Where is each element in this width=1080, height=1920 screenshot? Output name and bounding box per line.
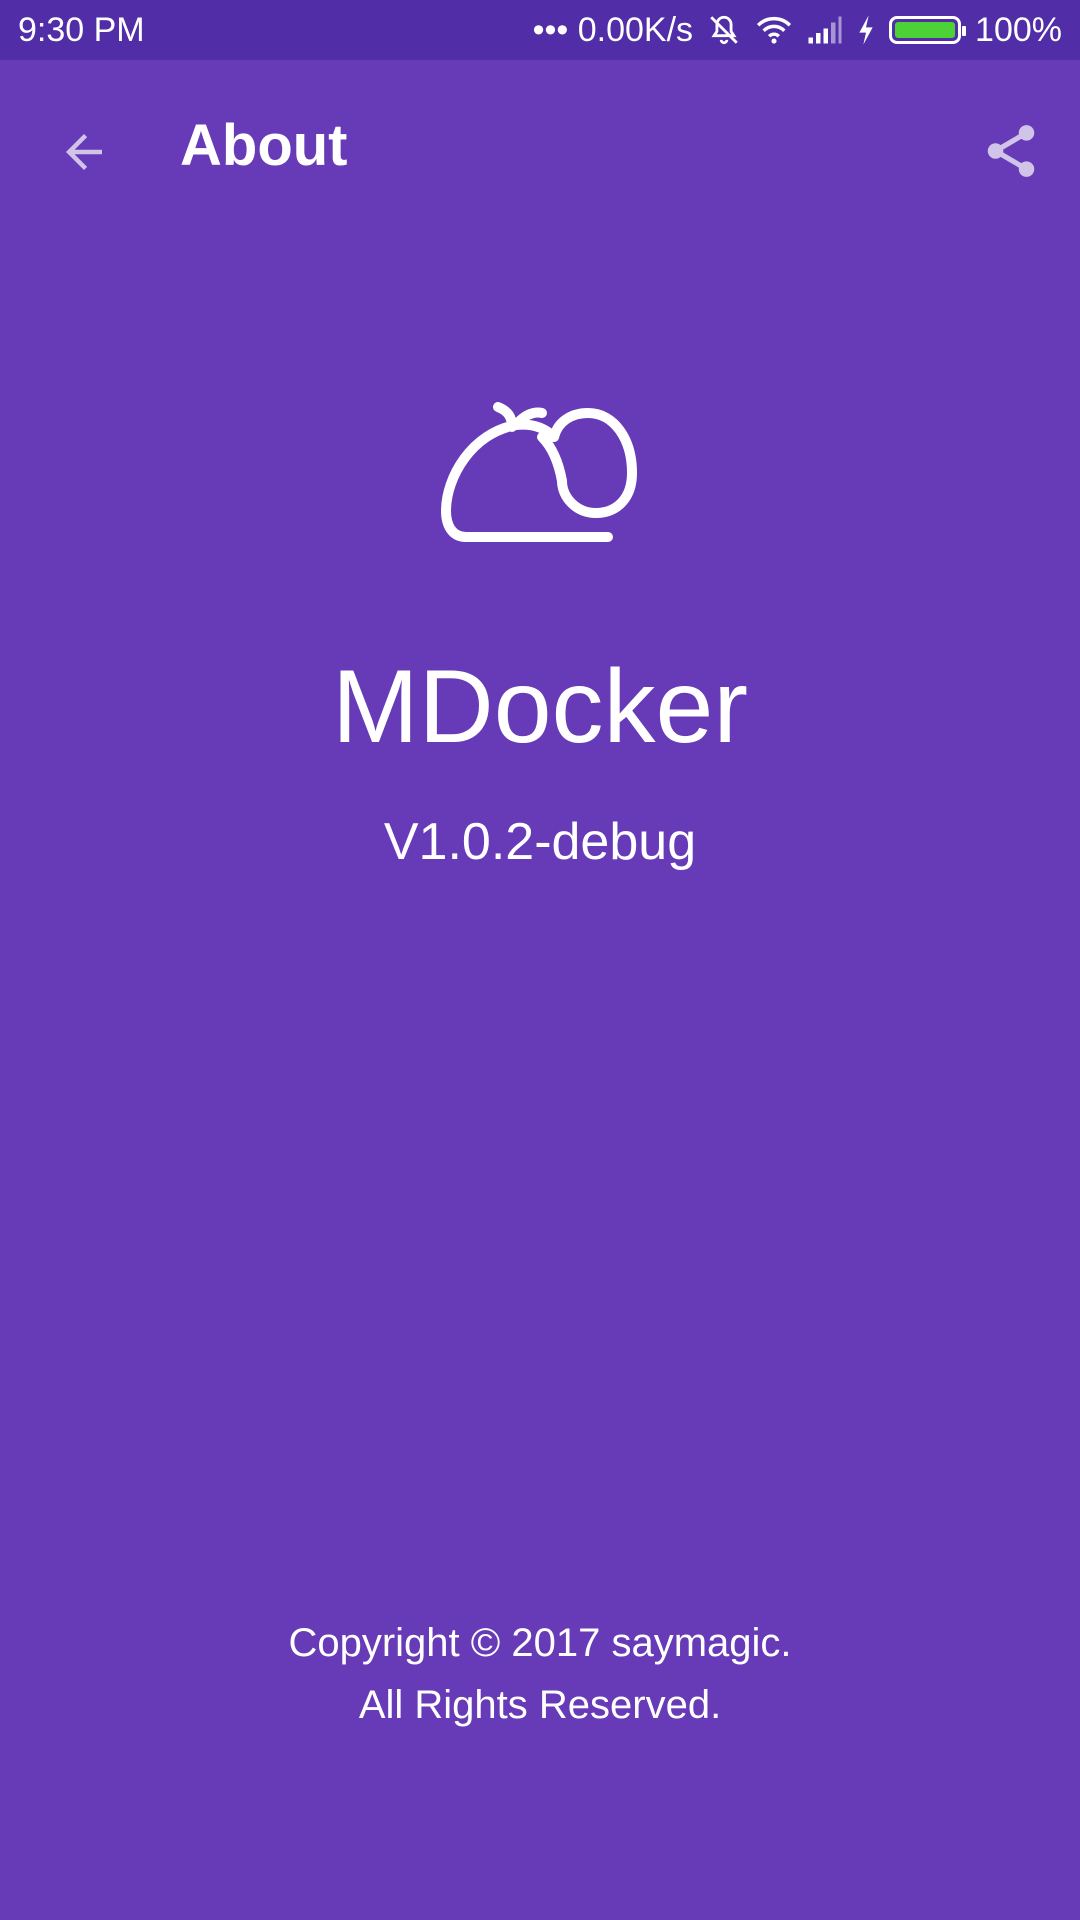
share-button[interactable]	[966, 106, 1056, 196]
battery-icon	[889, 16, 967, 44]
signal-icon	[807, 15, 843, 45]
page-title: About	[180, 113, 348, 178]
app-version: V1.0.2-debug	[383, 813, 697, 871]
wifi-icon	[755, 13, 793, 47]
app-logo	[438, 385, 642, 545]
cloud-logo-icon	[441, 402, 637, 542]
back-button[interactable]	[42, 110, 126, 194]
status-time: 9:30 PM	[18, 10, 145, 49]
battery-fill	[895, 22, 956, 38]
share-icon	[987, 125, 1035, 177]
arrow-back-icon	[66, 134, 102, 170]
battery-percent: 100%	[975, 10, 1062, 49]
mute-icon	[707, 13, 741, 47]
copyright-line-2: All Rights Reserved.	[358, 1683, 722, 1727]
network-speed: ••• 0.00K/s	[532, 10, 694, 49]
copyright-line-1: Copyright © 2017 saymagic.	[288, 1621, 792, 1665]
charging-icon	[857, 14, 875, 46]
toolbar: About	[0, 60, 1080, 228]
app-name: MDocker	[331, 649, 749, 765]
copyright-notice: Copyright © 2017 saymagic. All Rights Re…	[0, 1612, 1080, 1736]
status-bar: 9:30 PM ••• 0.00K/s 100%	[0, 0, 1080, 60]
